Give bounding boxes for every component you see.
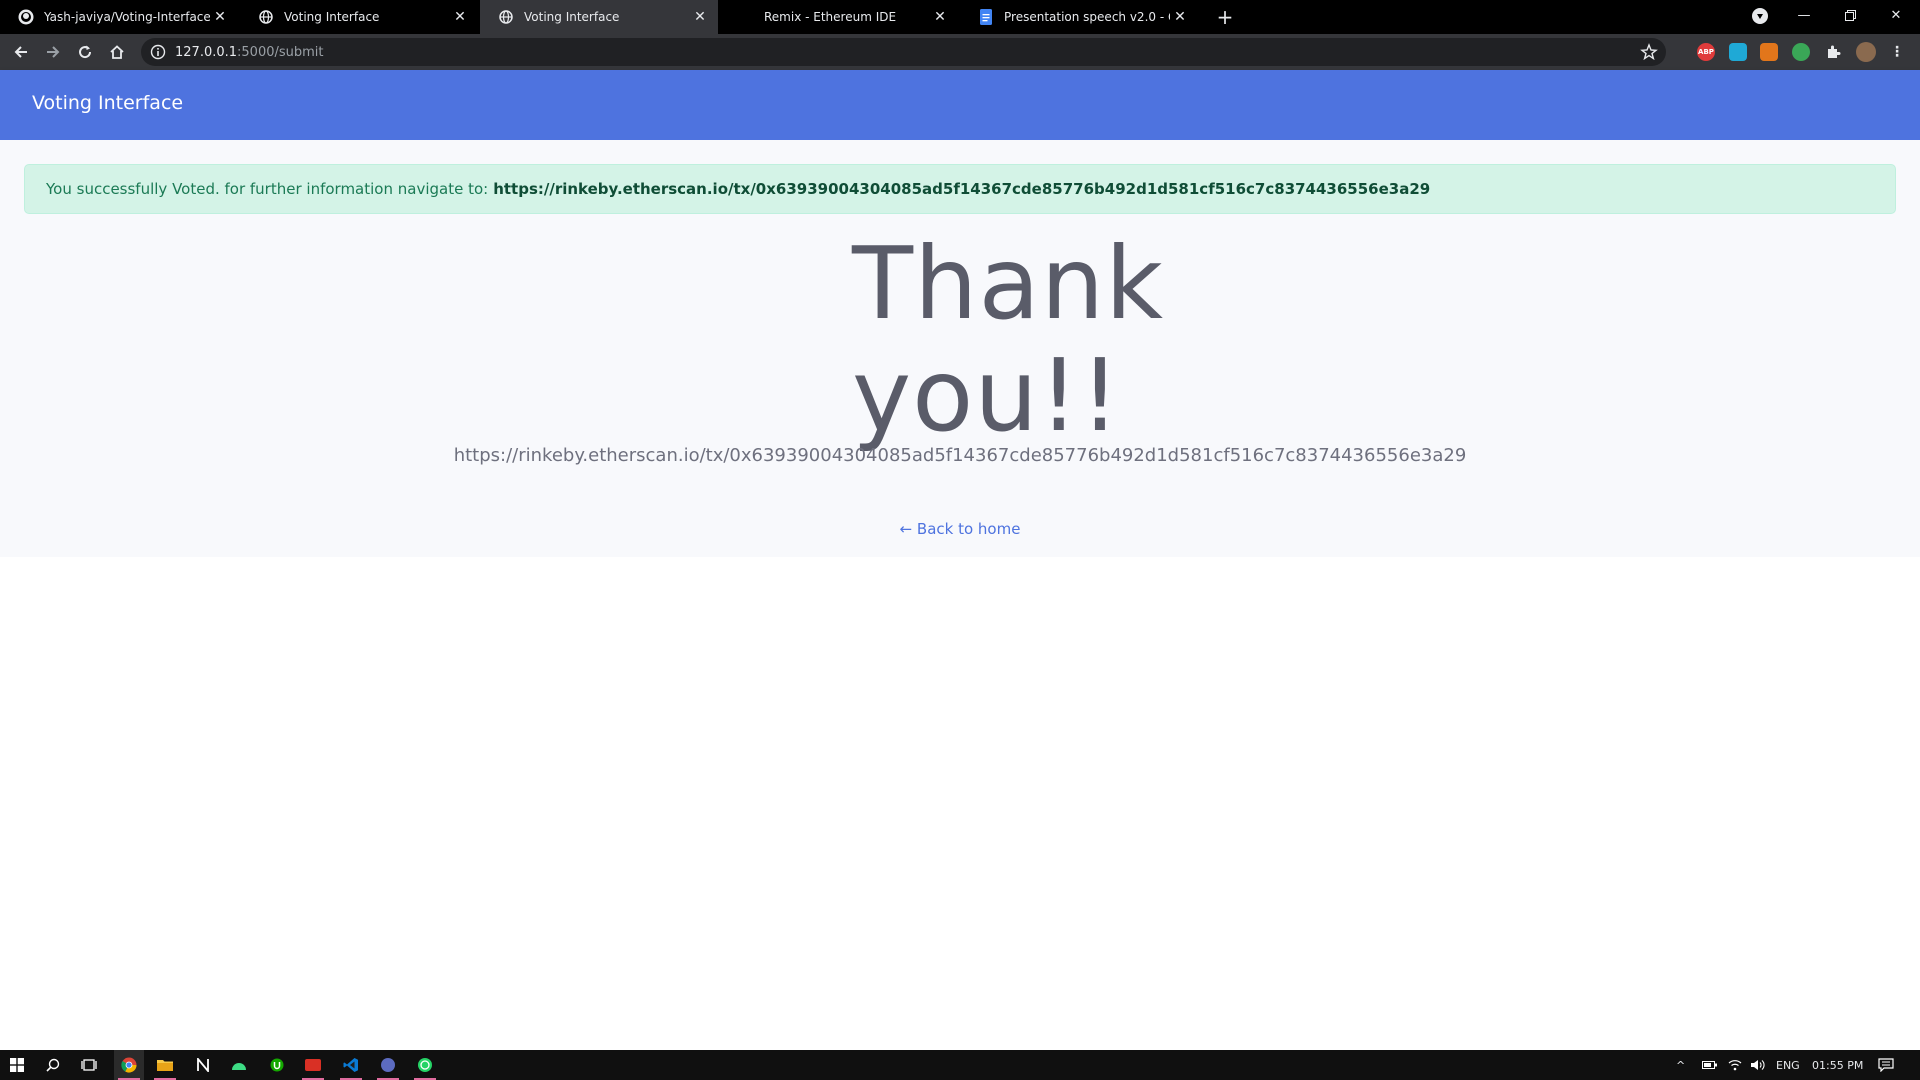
translate-extension-icon[interactable] xyxy=(1729,43,1747,61)
tab-title: Yash-javiya/Voting-Interface-Usin xyxy=(44,10,210,24)
notifications-icon[interactable] xyxy=(1878,1050,1894,1080)
globe-icon xyxy=(258,9,274,25)
tab-title: Remix - Ethereum IDE xyxy=(764,10,897,24)
restore-window-button[interactable] xyxy=(1827,0,1873,30)
browser-toolbar: 127.0.0.1:5000/submit ABP ⋮ xyxy=(0,34,1920,70)
close-window-button[interactable]: ✕ xyxy=(1873,0,1919,30)
close-tab-icon[interactable]: ✕ xyxy=(210,7,230,27)
tab-remix-ide[interactable]: Remix - Ethereum IDE ✕ xyxy=(720,0,958,34)
back-to-home-link[interactable]: ← Back to home xyxy=(0,520,1920,538)
thank-you-heading: Thank you!! xyxy=(852,228,1232,452)
new-tab-button[interactable]: + xyxy=(1213,5,1237,29)
tab-voting-interface-active[interactable]: Voting Interface ✕ xyxy=(480,0,718,34)
app-blue-circle-icon[interactable] xyxy=(373,1050,403,1080)
wifi-icon[interactable] xyxy=(1728,1050,1742,1080)
red-app-icon[interactable] xyxy=(298,1050,328,1080)
tab-google-docs[interactable]: Presentation speech v2.0 - Googl ✕ xyxy=(960,0,1198,34)
chrome-profile-icon[interactable] xyxy=(1752,8,1768,24)
tab-title: Voting Interface xyxy=(284,10,380,24)
browser-tab-strip: Yash-javiya/Voting-Interface-Usin ✕ Voti… xyxy=(0,0,1920,34)
android-studio-icon[interactable] xyxy=(224,1050,254,1080)
globe-icon xyxy=(498,9,514,25)
chrome-taskbar-icon[interactable] xyxy=(114,1050,144,1080)
forward-arrow-icon[interactable] xyxy=(41,40,65,64)
home-icon[interactable] xyxy=(105,40,129,64)
upwork-icon[interactable] xyxy=(262,1050,292,1080)
tab-title: Voting Interface xyxy=(524,10,620,24)
url-host: 127.0.0.1 xyxy=(175,44,238,60)
windows-start-icon[interactable] xyxy=(2,1050,32,1080)
github-icon xyxy=(18,9,34,25)
tab-voting-interface-1[interactable]: Voting Interface ✕ xyxy=(240,0,478,34)
windows-taskbar: ^ ENG 01:55 PM xyxy=(0,1050,1920,1080)
site-info-icon[interactable] xyxy=(150,44,166,60)
google-docs-icon xyxy=(978,9,994,25)
adblock-label: ABP xyxy=(1698,48,1714,56)
close-tab-icon[interactable]: ✕ xyxy=(1170,7,1190,27)
navbar-brand[interactable]: Voting Interface xyxy=(32,92,183,114)
volume-icon[interactable] xyxy=(1750,1050,1766,1080)
notion-icon[interactable] xyxy=(188,1050,218,1080)
thank-you-line-2: you!! xyxy=(852,337,1121,454)
language-indicator[interactable]: ENG xyxy=(1776,1050,1800,1080)
close-tab-icon[interactable]: ✕ xyxy=(930,7,950,27)
back-arrow-icon[interactable] xyxy=(9,40,33,64)
alert-message: You successfully Voted. for further info… xyxy=(46,180,489,198)
transaction-url: https://rinkeby.etherscan.io/tx/0x639390… xyxy=(453,445,1467,466)
url-text: 127.0.0.1:5000/submit xyxy=(175,45,324,60)
address-bar[interactable]: 127.0.0.1:5000/submit xyxy=(141,38,1666,66)
thank-you-line-1: Thank xyxy=(852,225,1165,342)
alert-tx-link[interactable]: https://rinkeby.etherscan.io/tx/0x639390… xyxy=(493,180,1430,198)
close-tab-icon[interactable]: ✕ xyxy=(690,7,710,27)
metamask-fox-icon[interactable] xyxy=(1760,43,1778,61)
vscode-icon[interactable] xyxy=(336,1050,366,1080)
reload-icon[interactable] xyxy=(73,40,97,64)
success-alert: You successfully Voted. for further info… xyxy=(24,164,1896,214)
file-explorer-icon[interactable] xyxy=(150,1050,180,1080)
battery-icon[interactable] xyxy=(1702,1050,1718,1080)
clock[interactable]: 01:55 PM xyxy=(1812,1050,1863,1080)
search-icon[interactable] xyxy=(38,1050,68,1080)
close-tab-icon[interactable]: ✕ xyxy=(450,7,470,27)
extensions-puzzle-icon[interactable] xyxy=(1824,43,1842,61)
user-avatar[interactable] xyxy=(1856,42,1876,62)
remix-icon xyxy=(738,9,754,25)
main-content: You successfully Voted. for further info… xyxy=(0,140,1920,557)
task-view-icon[interactable] xyxy=(74,1050,104,1080)
web-page: Voting Interface You successfully Voted.… xyxy=(0,70,1920,1050)
show-hidden-icons-chevron-icon[interactable]: ^ xyxy=(1676,1050,1685,1080)
bookmark-star-icon[interactable] xyxy=(1640,43,1658,61)
tab-title: Presentation speech v2.0 - Googl xyxy=(1004,10,1170,24)
extension-leaf-icon[interactable] xyxy=(1792,43,1810,61)
adblock-plus-icon[interactable]: ABP xyxy=(1697,43,1715,61)
minimize-window-button[interactable]: — xyxy=(1781,0,1827,30)
top-navbar: Voting Interface xyxy=(0,70,1920,140)
chrome-menu-icon[interactable]: ⋮ xyxy=(1888,43,1906,61)
tab-github-repo[interactable]: Yash-javiya/Voting-Interface-Usin ✕ xyxy=(0,0,238,34)
whatsapp-icon[interactable] xyxy=(410,1050,440,1080)
url-path: :5000/submit xyxy=(237,44,324,60)
